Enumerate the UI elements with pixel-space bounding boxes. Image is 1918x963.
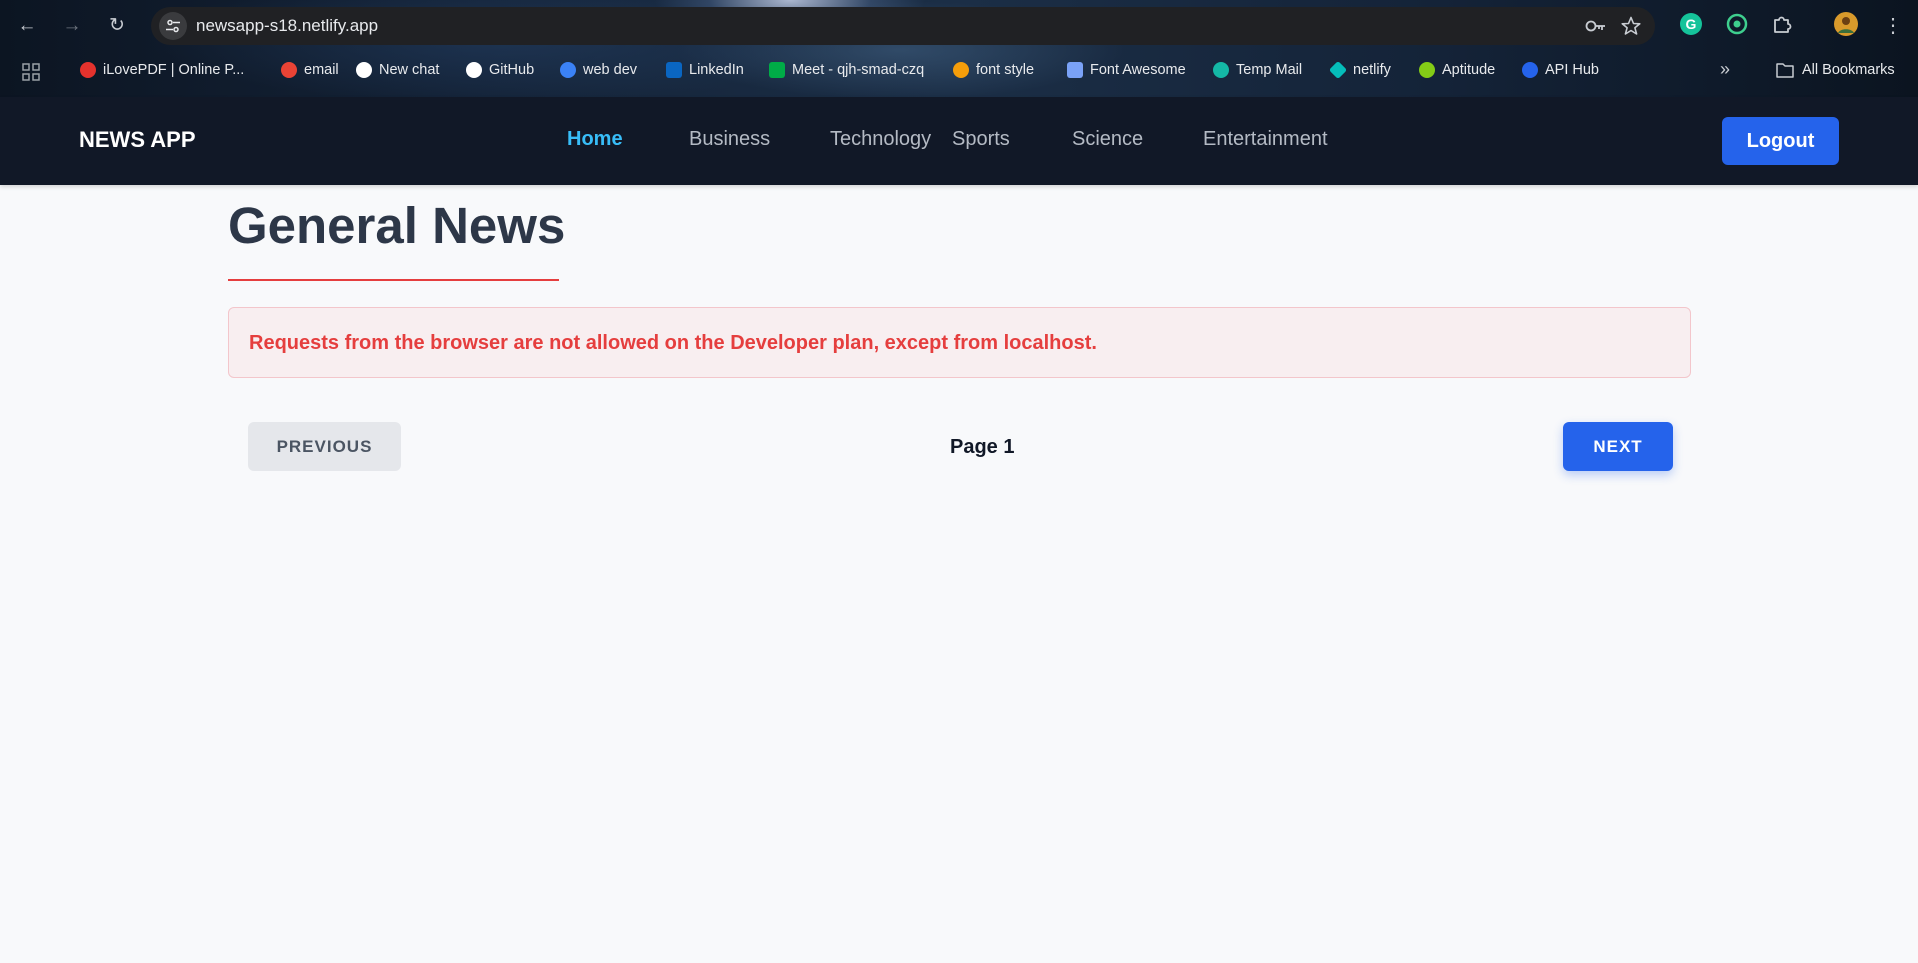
bookmark-label: Font Awesome bbox=[1090, 62, 1186, 78]
tree-icon bbox=[1419, 62, 1435, 78]
brand-logo[interactable]: NEWS APP bbox=[79, 127, 196, 153]
nav-link-sports[interactable]: Sports bbox=[952, 128, 1010, 151]
all-bookmarks-button[interactable]: All Bookmarks bbox=[1776, 62, 1895, 78]
flag-icon bbox=[1067, 62, 1083, 78]
bookmark-label: web dev bbox=[583, 62, 638, 78]
nav-link-entertainment[interactable]: Entertainment bbox=[1203, 128, 1328, 151]
nav-link-science[interactable]: Science bbox=[1072, 128, 1143, 151]
avatar-icon bbox=[560, 62, 576, 78]
chatgpt-icon bbox=[356, 62, 372, 78]
linkedin-icon bbox=[666, 62, 682, 78]
bookmark-label: API Hub bbox=[1545, 62, 1599, 78]
browser-chrome: ← → ↻ newsapp-s18.netlify.app G ⋮ iLoveP… bbox=[0, 0, 1918, 97]
previous-button[interactable]: PREVIOUS bbox=[248, 422, 401, 471]
netlify-icon bbox=[1328, 60, 1348, 80]
bookmark-netlify[interactable]: netlify bbox=[1328, 60, 1391, 80]
forward-arrow-icon[interactable]: → bbox=[59, 13, 85, 39]
bookmark-web-dev[interactable]: web dev bbox=[560, 62, 637, 78]
site-info-icon[interactable] bbox=[159, 12, 187, 40]
bookmarks-bar: iLovePDF | Online P... email New chat GitHu… bbox=[0, 56, 1918, 86]
github-icon bbox=[466, 62, 482, 78]
gmail-icon bbox=[281, 62, 297, 78]
meet-icon bbox=[769, 62, 785, 78]
back-arrow-icon[interactable]: ← bbox=[14, 13, 40, 39]
apps-grid-icon[interactable] bbox=[22, 63, 40, 86]
bookmark-label: Temp Mail bbox=[1236, 62, 1303, 78]
address-bar[interactable]: newsapp-s18.netlify.app bbox=[151, 7, 1655, 45]
bookmark-aptitude[interactable]: Aptitude bbox=[1419, 62, 1495, 78]
error-alert: Requests from the browser are not allowe… bbox=[228, 307, 1691, 378]
folder-icon bbox=[1776, 63, 1794, 78]
bookmark-font-style[interactable]: font style bbox=[953, 62, 1034, 78]
apihub-icon bbox=[1522, 62, 1538, 78]
bookmark-star-icon[interactable] bbox=[1621, 16, 1641, 36]
more-bookmarks-icon[interactable]: » bbox=[1720, 59, 1730, 80]
title-underline bbox=[228, 279, 559, 281]
grammarly-icon[interactable]: G bbox=[1679, 12, 1703, 36]
heart-icon bbox=[80, 62, 96, 78]
page-indicator: Page 1 bbox=[950, 436, 1015, 458]
next-button[interactable]: NEXT bbox=[1563, 422, 1673, 471]
bookmark-linkedin[interactable]: LinkedIn bbox=[666, 62, 744, 78]
bookmark-label: font style bbox=[976, 62, 1035, 78]
bookmark-label: New chat bbox=[379, 62, 440, 78]
bookmark-label: Aptitude bbox=[1442, 62, 1496, 78]
nav-link-home[interactable]: Home bbox=[567, 128, 623, 151]
extensions-puzzle-icon[interactable] bbox=[1770, 12, 1794, 36]
browser-menu-icon[interactable]: ⋮ bbox=[1880, 13, 1906, 39]
reload-icon[interactable]: ↻ bbox=[104, 13, 130, 39]
svg-text:G: G bbox=[1686, 16, 1697, 32]
bookmark-label: Meet - qjh-smad-czq bbox=[792, 62, 925, 78]
url-text[interactable]: newsapp-s18.netlify.app bbox=[196, 16, 378, 36]
bookmark-new-chat[interactable]: New chat bbox=[356, 62, 439, 78]
bookmark-label: LinkedIn bbox=[689, 62, 744, 78]
app-navbar: NEWS APP Home Business Technology Sports… bbox=[0, 97, 1918, 185]
nav-link-business[interactable]: Business bbox=[689, 128, 770, 151]
bookmark-label: email bbox=[304, 62, 339, 78]
bookmark-ilovepdf[interactable]: iLovePDF | Online P... bbox=[80, 62, 244, 78]
bookmark-api-hub[interactable]: API Hub bbox=[1522, 62, 1599, 78]
bookmark-meet[interactable]: Meet - qjh-smad-czq bbox=[769, 62, 924, 78]
bookmark-email[interactable]: email bbox=[281, 62, 339, 78]
password-key-icon[interactable] bbox=[1585, 16, 1605, 36]
bookmark-temp-mail[interactable]: Temp Mail bbox=[1213, 62, 1302, 78]
bookmark-label: iLovePDF | Online P... bbox=[103, 62, 245, 78]
bookmark-label: GitHub bbox=[489, 62, 535, 78]
chatgpt-extension-icon[interactable] bbox=[1725, 12, 1749, 36]
nav-link-technology[interactable]: Technology bbox=[830, 128, 931, 151]
bookmark-label: netlify bbox=[1353, 62, 1391, 78]
profile-avatar-icon[interactable] bbox=[1834, 12, 1858, 36]
logout-button[interactable]: Logout bbox=[1722, 117, 1839, 165]
bookmark-github[interactable]: GitHub bbox=[466, 62, 534, 78]
bookmark-font-awesome[interactable]: Font Awesome bbox=[1067, 62, 1186, 78]
font-icon bbox=[953, 62, 969, 78]
tempmail-icon bbox=[1213, 62, 1229, 78]
error-message: Requests from the browser are not allowe… bbox=[249, 332, 1097, 354]
all-bookmarks-label: All Bookmarks bbox=[1802, 62, 1895, 78]
page-title: General News bbox=[228, 197, 566, 254]
